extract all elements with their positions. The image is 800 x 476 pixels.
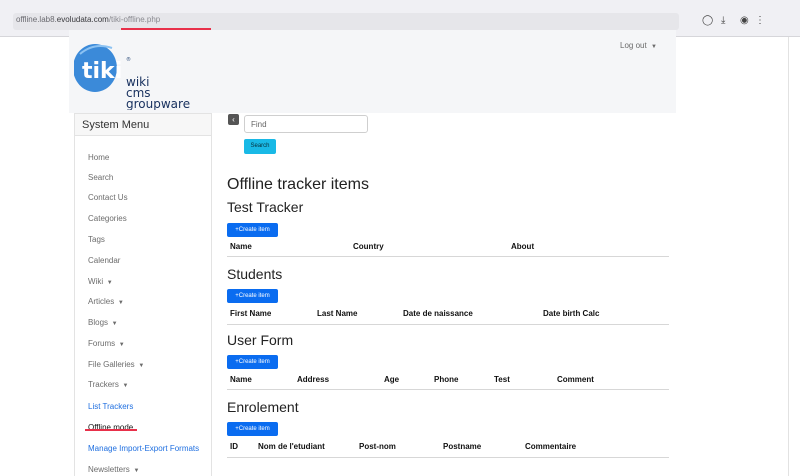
sidebar-item-label: Calendar	[88, 256, 121, 265]
sidebar-item[interactable]: Categories	[88, 214, 127, 223]
table-column-header[interactable]: Comment	[557, 375, 594, 384]
create-item-button[interactable]: +Create item	[227, 422, 278, 436]
address-bar-text: offline.lab8.evoludata.com/tiki-offline.…	[16, 15, 161, 24]
table-column-header[interactable]: Post-nom	[359, 442, 396, 451]
sidebar-item[interactable]: Search	[88, 173, 113, 182]
tracker-title: Test Tracker	[227, 199, 304, 215]
sidebar-item[interactable]: Articles ▼	[88, 297, 124, 306]
chevron-down-icon: ▼	[650, 44, 657, 50]
sidebar-item-label: List Trackers	[88, 402, 134, 411]
table-column-header[interactable]: Date de naissance	[403, 309, 473, 318]
page-title: Offline tracker items	[227, 176, 369, 193]
logout-label: Log out	[620, 41, 647, 50]
chevron-down-icon: ▼	[105, 280, 113, 286]
address-bar[interactable]: offline.lab8.evoludata.com/tiki-offline.…	[13, 13, 679, 30]
sidebar-item-label: Categories	[88, 214, 127, 223]
table-header-divider	[227, 256, 669, 257]
table-column-header[interactable]: Name	[230, 375, 252, 384]
tracker-title: Students	[227, 266, 283, 282]
table-column-header[interactable]: About	[511, 242, 534, 251]
table-column-header[interactable]: Country	[353, 242, 384, 251]
tracker-title: Enrolement	[227, 399, 299, 415]
chevron-down-icon: ▼	[116, 300, 124, 306]
download-icon[interactable]: ⤓	[721, 15, 725, 27]
search-button[interactable]: Search	[244, 139, 276, 154]
logout-menu[interactable]: Log out ▼	[620, 41, 657, 50]
table-header-divider	[227, 324, 669, 325]
sidebar-item-label: Search	[88, 173, 114, 182]
more-menu-icon[interactable]: ⋮	[755, 15, 765, 27]
sidebar-item[interactable]: Calendar	[88, 256, 120, 265]
sidebar-item-label: Manage Import-Export Formats	[88, 444, 200, 453]
create-item-button[interactable]: +Create item	[227, 223, 278, 237]
table-header-divider	[227, 457, 669, 458]
table-column-header[interactable]: Nom de l'etudiant	[258, 442, 325, 451]
table-column-header[interactable]: Commentaire	[525, 442, 576, 451]
pocket-icon[interactable]: ◯	[702, 15, 713, 27]
table-column-header[interactable]: Phone	[434, 375, 458, 384]
sidebar-item[interactable]: Newsletters ▼	[88, 465, 139, 474]
extension-icon[interactable]: ◉	[740, 15, 749, 27]
system-menu: System Menu	[74, 113, 212, 476]
chevron-left-icon: ‹	[232, 115, 235, 124]
table-column-header[interactable]: Date birth Calc	[543, 309, 599, 318]
table-column-header[interactable]: ID	[230, 442, 238, 451]
sidebar-item[interactable]: Manage Import-Export Formats	[88, 444, 199, 453]
table-column-header[interactable]: Address	[297, 375, 329, 384]
sidebar-item-label: Contact Us	[88, 193, 128, 202]
tracker-title: User Form	[227, 332, 294, 348]
sidebar-item[interactable]: Home	[88, 153, 109, 162]
table-column-header[interactable]: First Name	[230, 309, 271, 318]
table-column-header[interactable]: Last Name	[317, 309, 357, 318]
table-column-header[interactable]: Name	[230, 242, 252, 251]
sidebar-item-label: Articles	[88, 297, 115, 306]
sidebar-item-label: Home	[88, 153, 110, 162]
search-input[interactable]: Find	[244, 115, 368, 133]
logo-word-groupware: groupware	[126, 97, 190, 110]
sidebar-item-label: Newsletters	[88, 465, 130, 474]
collapse-sidebar-button[interactable]: ‹	[228, 114, 239, 125]
sidebar-item[interactable]: Blogs ▼	[88, 318, 118, 327]
chevron-down-icon: ▼	[131, 468, 140, 474]
sidebar-item-label: Trackers	[88, 380, 119, 389]
sidebar-item-label: Wiki	[88, 277, 104, 286]
table-column-header[interactable]: Postname	[443, 442, 481, 451]
chevron-down-icon: ▼	[136, 363, 145, 369]
sidebar-item[interactable]: Contact Us	[88, 193, 128, 202]
page-edge	[788, 37, 789, 476]
tiki-logo[interactable]: tiki ® wiki cms groupware	[74, 34, 204, 110]
sidebar-item-label: Forums	[88, 339, 116, 348]
system-menu-title: System Menu	[75, 114, 211, 136]
table-header-divider	[227, 389, 669, 390]
table-column-header[interactable]: Test	[494, 375, 510, 384]
chevron-down-icon: ▼	[120, 383, 129, 389]
sidebar-item-label: Tags	[88, 235, 105, 244]
table-column-header[interactable]: Age	[384, 375, 399, 384]
svg-text:®: ®	[126, 56, 131, 63]
chevron-down-icon: ▼	[110, 321, 118, 327]
svg-text:tiki: tiki	[82, 59, 122, 84]
create-item-button[interactable]: +Create item	[227, 289, 278, 303]
sidebar-item[interactable]: List Trackers	[88, 402, 133, 411]
sidebar-item[interactable]: Wiki ▼	[88, 277, 113, 286]
sidebar-item-label: Blogs	[88, 318, 109, 327]
offline-mode-underline	[85, 429, 137, 431]
sidebar-item[interactable]: File Galleries ▼	[88, 360, 144, 369]
sidebar-item-label: File Galleries	[88, 360, 135, 369]
create-item-button[interactable]: +Create item	[227, 355, 278, 369]
sidebar-item[interactable]: Forums ▼	[88, 339, 125, 348]
sidebar-item[interactable]: Trackers ▼	[88, 380, 128, 389]
chevron-down-icon: ▼	[117, 342, 125, 348]
sidebar-item[interactable]: Tags	[88, 235, 105, 244]
